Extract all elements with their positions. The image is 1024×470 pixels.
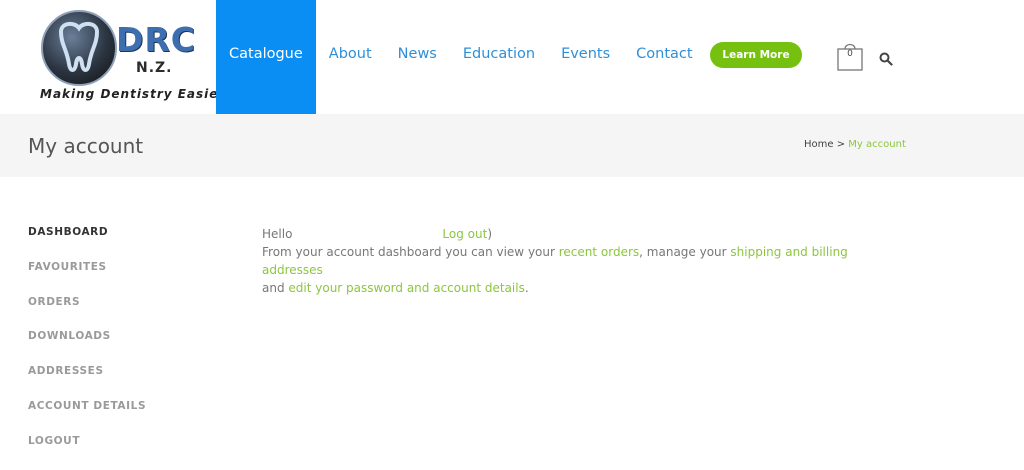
cart-count: 0 xyxy=(847,49,853,59)
account-sidebar: DASHBOARD FAVOURITES ORDERS DOWNLOADS AD… xyxy=(28,226,146,470)
tooth-logo-icon xyxy=(41,10,117,86)
site-logo[interactable]: DRC N.Z. Making Dentistry Easier xyxy=(36,8,224,104)
brand-region: N.Z. xyxy=(136,60,173,76)
dashboard-description: From your account dashboard you can view… xyxy=(262,243,902,279)
greeting-line: Hello Log out) xyxy=(262,225,902,243)
description-text: and xyxy=(262,281,289,295)
hello-text: Hello xyxy=(262,227,293,241)
learn-more-button[interactable]: Learn More xyxy=(710,42,802,68)
sidebar-item-logout[interactable]: LOGOUT xyxy=(28,435,146,470)
nav-news[interactable]: News xyxy=(385,0,450,114)
dashboard-content: Hello Log out) From your account dashboar… xyxy=(262,225,902,297)
description-text: . xyxy=(524,281,529,295)
brand-tagline: Making Dentistry Easier xyxy=(40,87,226,101)
cart-button[interactable]: 0 xyxy=(836,40,864,72)
brand-name: DRC xyxy=(116,20,197,59)
dashboard-description-2: and edit your password and account detai… xyxy=(262,279,902,297)
breadcrumb: Home > My account xyxy=(804,139,906,150)
nav-contact[interactable]: Contact xyxy=(623,0,705,114)
nav-about[interactable]: About xyxy=(316,0,385,114)
site-header: DRC N.Z. Making Dentistry Easier Catalog… xyxy=(0,0,1024,114)
sidebar-item-downloads[interactable]: DOWNLOADS xyxy=(28,330,146,365)
sidebar-item-orders[interactable]: ORDERS xyxy=(28,296,146,331)
recent-orders-link[interactable]: recent orders xyxy=(559,245,639,259)
sidebar-item-account-details[interactable]: ACCOUNT DETAILS xyxy=(28,400,146,435)
description-text: From your account dashboard you can view… xyxy=(262,245,559,259)
sidebar-item-addresses[interactable]: ADDRESSES xyxy=(28,365,146,400)
page-title-bar: My account Home > My account xyxy=(0,114,1024,177)
logout-link[interactable]: Log out xyxy=(442,227,487,241)
logout-close: ) xyxy=(487,227,493,241)
breadcrumb-separator: > xyxy=(836,139,846,150)
nav-events[interactable]: Events xyxy=(548,0,623,114)
sidebar-item-favourites[interactable]: FAVOURITES xyxy=(28,261,146,296)
search-icon[interactable] xyxy=(879,52,893,66)
main-nav: Catalogue About News Education Events Co… xyxy=(216,0,706,114)
nav-catalogue[interactable]: Catalogue xyxy=(216,0,316,114)
nav-education[interactable]: Education xyxy=(450,0,548,114)
breadcrumb-home[interactable]: Home xyxy=(804,139,834,150)
sidebar-item-dashboard[interactable]: DASHBOARD xyxy=(28,226,146,261)
account-details-link[interactable]: edit your password and account details xyxy=(288,281,524,295)
page-title: My account xyxy=(28,134,144,158)
breadcrumb-current: My account xyxy=(848,139,906,150)
description-text: , manage your xyxy=(639,245,731,259)
